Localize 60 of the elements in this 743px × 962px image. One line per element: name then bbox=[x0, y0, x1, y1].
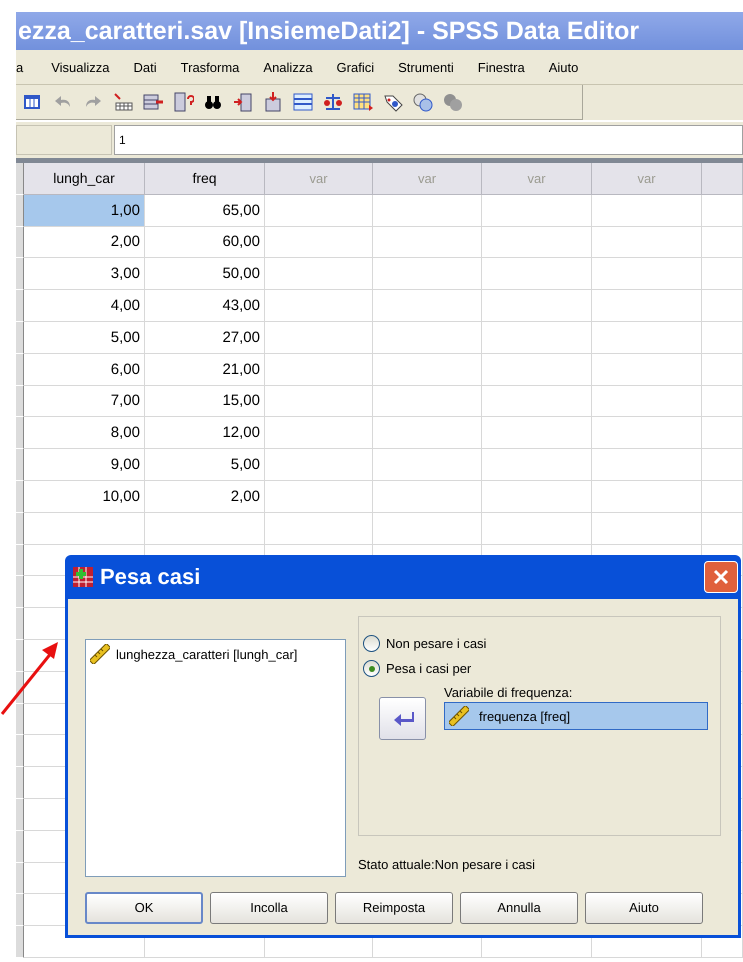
table-icon[interactable] bbox=[172, 91, 194, 113]
menu-item[interactable]: Finestra bbox=[466, 60, 537, 74]
dialog-icon bbox=[72, 566, 94, 588]
circles-icon[interactable] bbox=[412, 91, 434, 113]
field-label: Variabile di frequenza: bbox=[444, 685, 574, 700]
table-cell: 5,00 bbox=[145, 449, 265, 481]
dialog-button[interactable]: Annulla bbox=[460, 892, 578, 924]
menu-item[interactable]: Dati bbox=[122, 60, 169, 74]
circles-icon[interactable] bbox=[442, 91, 464, 113]
menu-item[interactable]: a bbox=[16, 60, 40, 74]
radio-button[interactable]: Pesa i casi per bbox=[363, 660, 708, 677]
table-cell: 6,00 bbox=[24, 354, 145, 386]
cell-editor-field[interactable]: 1 bbox=[114, 125, 743, 155]
table-cell: 65,00 bbox=[145, 194, 265, 227]
table-cell: 43,00 bbox=[145, 290, 265, 322]
dialog-button[interactable]: Aiuto bbox=[585, 892, 703, 924]
column-header[interactable]: lungh_car bbox=[24, 163, 145, 195]
scale-icon[interactable] bbox=[322, 91, 344, 113]
radio-button[interactable]: Non pesare i casi bbox=[363, 635, 708, 652]
table-cell: 1,00 bbox=[24, 194, 145, 227]
menu-item[interactable]: Analizza bbox=[251, 60, 325, 74]
dialog-button[interactable]: Incolla bbox=[210, 892, 328, 924]
table-cell: 15,00 bbox=[145, 386, 265, 418]
close-button[interactable] bbox=[704, 561, 738, 593]
table-cell: 4,00 bbox=[24, 290, 145, 322]
column-header[interactable]: freq bbox=[145, 163, 265, 195]
menu-item[interactable]: Trasforma bbox=[168, 60, 252, 74]
table-cell: 21,00 bbox=[145, 354, 265, 386]
move-button[interactable] bbox=[379, 697, 426, 740]
table-cell: 3,00 bbox=[24, 258, 145, 290]
menu-item[interactable]: Aiuto bbox=[536, 60, 590, 74]
dialog-button[interactable]: Reimposta bbox=[335, 892, 453, 924]
close-icon bbox=[711, 567, 731, 587]
table-icon[interactable] bbox=[352, 91, 374, 113]
menu-item[interactable]: Visualizza bbox=[39, 60, 122, 74]
table-icon[interactable] bbox=[232, 91, 254, 113]
table-cell: 9,00 bbox=[24, 449, 145, 481]
table-icon[interactable] bbox=[112, 91, 134, 113]
table-cell: 2,00 bbox=[24, 226, 145, 258]
table-cell: 5,00 bbox=[24, 322, 145, 354]
dialog-button[interactable]: OK bbox=[85, 892, 203, 924]
status-text: Stato attuale:Non pesare i casi bbox=[358, 857, 536, 874]
table-cell: 7,00 bbox=[24, 386, 145, 418]
table-cell: 27,00 bbox=[145, 322, 265, 354]
table-cell: 12,00 bbox=[145, 417, 265, 450]
menu-item[interactable]: Grafici bbox=[324, 60, 386, 74]
table-cell: 50,00 bbox=[145, 258, 265, 290]
arrow-icon bbox=[392, 710, 414, 728]
menu-item[interactable]: Strumenti bbox=[386, 60, 466, 74]
dialog-title: Pesa casi bbox=[100, 564, 200, 590]
frequency-field[interactable]: frequenza [freq] bbox=[444, 702, 708, 730]
table-cell: 60,00 bbox=[145, 226, 265, 258]
list-item[interactable]: lunghezza_caratteri [lungh_car] bbox=[116, 646, 298, 662]
variable-list[interactable]: lunghezza_caratteri [lungh_car] bbox=[85, 639, 346, 877]
table-cell: 2,00 bbox=[145, 480, 265, 513]
table-cell: 10,00 bbox=[24, 480, 145, 513]
table-cell: 8,00 bbox=[24, 417, 145, 450]
cell-name-field[interactable] bbox=[16, 125, 112, 155]
table-icon[interactable] bbox=[292, 91, 314, 113]
window-title: ezza_caratteri.sav [InsiemeDati2] - SPSS Data Editor bbox=[16, 12, 743, 50]
